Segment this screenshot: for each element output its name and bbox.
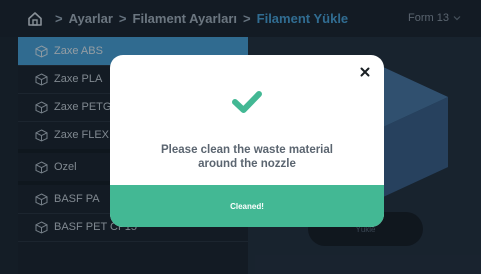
- clean-nozzle-dialog: Please clean the waste material around t…: [110, 55, 384, 227]
- dialog-message: Please clean the waste material around t…: [130, 143, 364, 171]
- close-icon[interactable]: [358, 65, 372, 79]
- dialog-message-line2: around the nozzle: [198, 158, 296, 170]
- cleaned-button[interactable]: Cleaned!: [110, 185, 384, 227]
- screen: > Ayarlar > Filament Ayarları > Filament…: [0, 0, 481, 274]
- dialog-message-line1: Please clean the waste material: [161, 144, 333, 156]
- checkmark-icon: [232, 91, 262, 113]
